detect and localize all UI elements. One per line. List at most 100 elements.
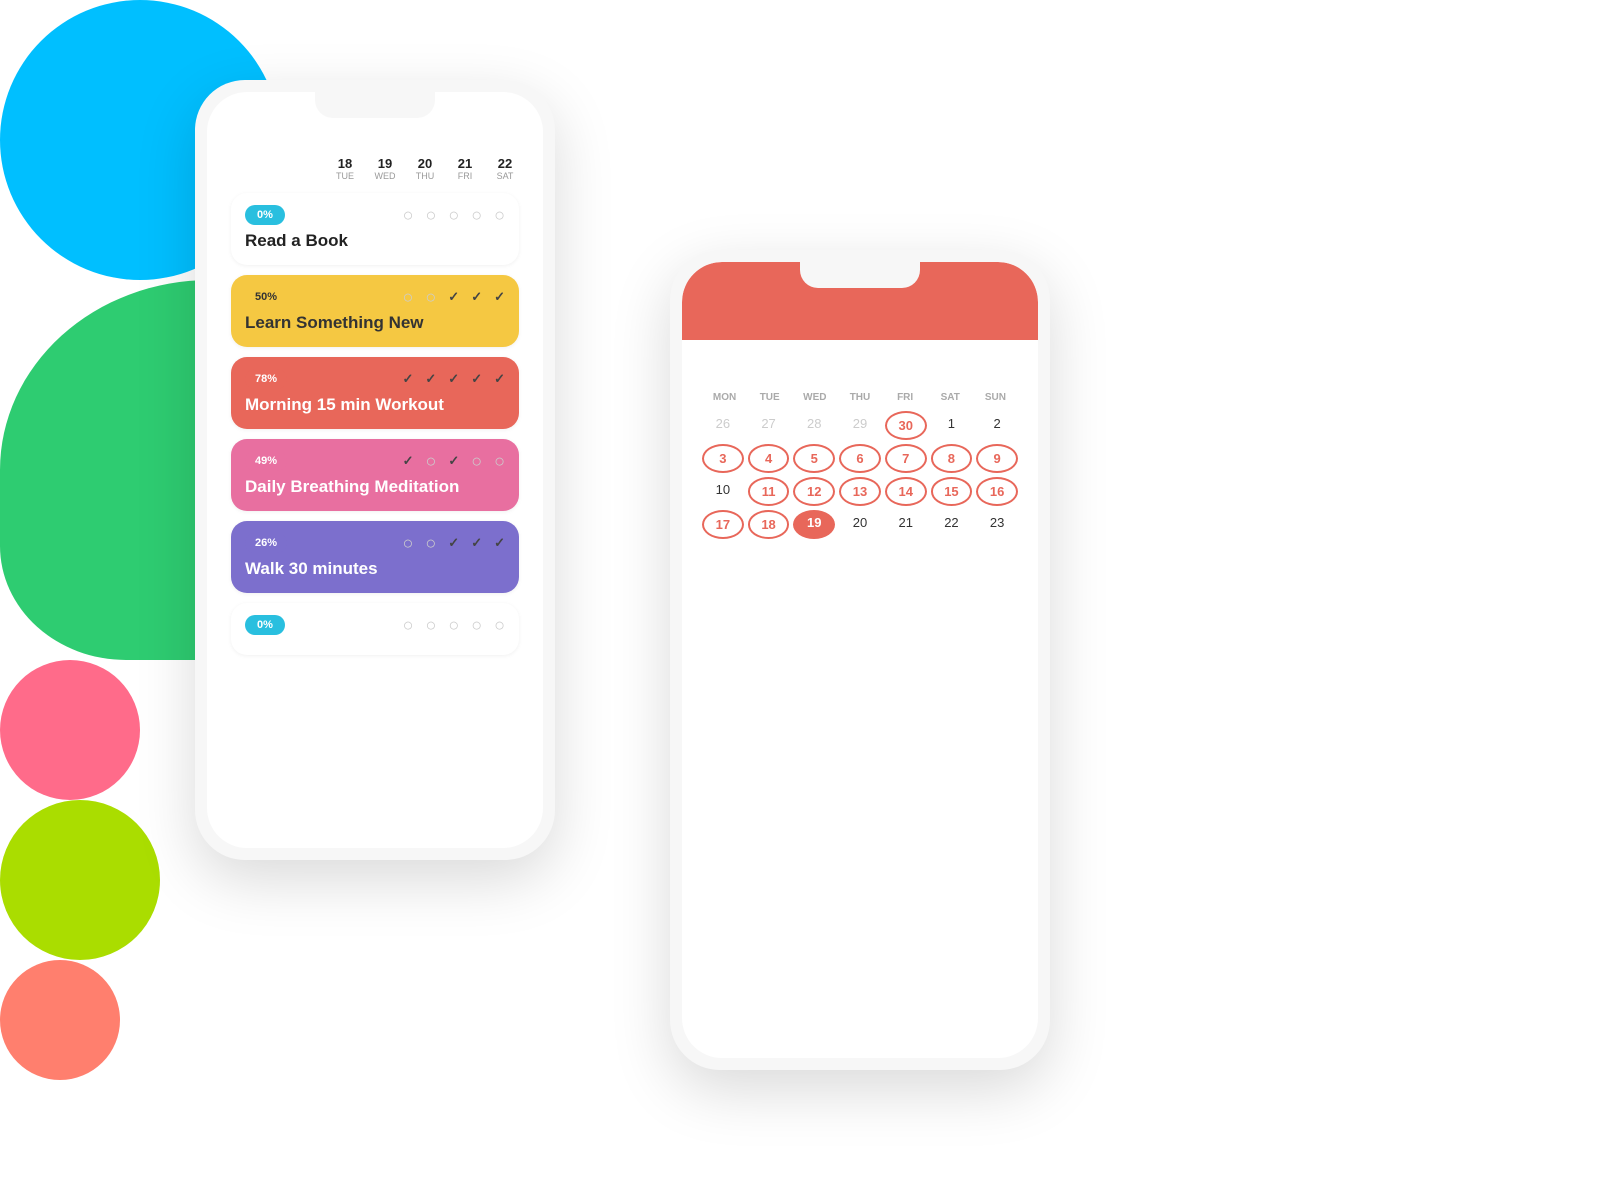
cal-cell-29[interactable]: 29 — [839, 411, 881, 440]
check-daily-breathing-3[interactable]: ○ — [471, 452, 482, 470]
check-morning-workout-0[interactable]: ✓ — [402, 371, 413, 387]
bg-circle-lime — [0, 800, 160, 960]
phone2-body: MONTUEWEDTHUFRISATSUN 262728293012345678… — [682, 340, 1038, 557]
check-habit6-2[interactable]: ○ — [448, 616, 459, 634]
date-col-20: 20THU — [411, 156, 439, 181]
check-morning-workout-1[interactable]: ✓ — [425, 371, 436, 387]
habit-row-morning-workout[interactable]: 78% ✓ ✓ ✓ ✓ ✓ Morning 15 min Workout — [231, 357, 519, 429]
cal-cell-4[interactable]: 4 — [748, 444, 790, 473]
cal-cell-22[interactable]: 22 — [931, 510, 973, 539]
phone1-notch — [315, 92, 435, 118]
check-habit6-3[interactable]: ○ — [471, 616, 482, 634]
phone2-screen: MONTUEWEDTHUFRISATSUN 262728293012345678… — [682, 262, 1038, 1058]
cal-day-name-SUN: SUN — [973, 388, 1018, 407]
cal-cell-1[interactable]: 1 — [931, 411, 973, 440]
check-habit6-1[interactable]: ○ — [426, 616, 437, 634]
habit-badge-daily-breathing: 49% — [245, 451, 287, 471]
habit-badge-read-a-book: 0% — [245, 205, 285, 225]
phone1-header — [231, 132, 519, 140]
cal-cell-26[interactable]: 26 — [702, 411, 744, 440]
check-read-a-book-2[interactable]: ○ — [448, 206, 459, 224]
check-walk-30-4[interactable]: ✓ — [494, 535, 505, 551]
cal-day-name-TUE: TUE — [747, 388, 792, 407]
cal-cell-17[interactable]: 17 — [702, 510, 744, 539]
habit-label-learn-something-new: Learn Something New — [245, 313, 505, 333]
cal-cell-8[interactable]: 8 — [931, 444, 973, 473]
check-read-a-book-0[interactable]: ○ — [403, 206, 414, 224]
date-col-21: 21FRI — [451, 156, 479, 181]
habit-row-learn-something-new[interactable]: 50% ○ ○ ✓ ✓ ✓ Learn Something New — [231, 275, 519, 347]
cal-cell-15[interactable]: 15 — [931, 477, 973, 506]
cal-cell-16[interactable]: 16 — [976, 477, 1018, 506]
habit-row-habit6[interactable]: 0%○○○○○ — [231, 603, 519, 655]
cal-cell-21[interactable]: 21 — [885, 510, 927, 539]
cal-cell-3[interactable]: 3 — [702, 444, 744, 473]
check-habit6-4[interactable]: ○ — [494, 616, 505, 634]
cal-cell-5[interactable]: 5 — [793, 444, 835, 473]
cal-cell-10[interactable]: 10 — [702, 477, 744, 506]
cal-cell-30[interactable]: 30 — [885, 411, 927, 440]
check-learn-something-new-3[interactable]: ✓ — [471, 289, 482, 305]
cal-day-name-WED: WED — [792, 388, 837, 407]
cal-cell-13[interactable]: 13 — [839, 477, 881, 506]
cal-cell-23[interactable]: 23 — [976, 510, 1018, 539]
phone2-notch — [800, 262, 920, 288]
bg-circle-salmon — [0, 960, 120, 1080]
phone1-screen: 18TUE19WED20THU21FRI22SAT 0%○○○○○Read a … — [207, 92, 543, 848]
check-learn-something-new-2[interactable]: ✓ — [448, 289, 459, 305]
habit-row-walk-30[interactable]: 26% ○ ○ ✓ ✓ ✓ Walk 30 minutes — [231, 521, 519, 593]
check-daily-breathing-1[interactable]: ○ — [425, 452, 436, 470]
cal-cell-2[interactable]: 2 — [976, 411, 1018, 440]
check-read-a-book-1[interactable]: ○ — [426, 206, 437, 224]
cal-cell-20[interactable]: 20 — [839, 510, 881, 539]
check-read-a-book-4[interactable]: ○ — [494, 206, 505, 224]
habit-badge-morning-workout: 78% — [245, 369, 287, 389]
habit-label-walk-30: Walk 30 minutes — [245, 559, 505, 579]
cal-cell-18[interactable]: 18 — [748, 510, 790, 539]
check-daily-breathing-2[interactable]: ✓ — [448, 453, 459, 469]
check-learn-something-new-0[interactable]: ○ — [403, 288, 414, 306]
check-walk-30-1[interactable]: ○ — [425, 534, 436, 552]
check-learn-something-new-1[interactable]: ○ — [425, 288, 436, 306]
cal-cell-6[interactable]: 6 — [839, 444, 881, 473]
cal-cell-9[interactable]: 9 — [976, 444, 1018, 473]
cal-cell-12[interactable]: 12 — [793, 477, 835, 506]
check-morning-workout-2[interactable]: ✓ — [448, 371, 459, 387]
habit-badge-walk-30: 26% — [245, 533, 287, 553]
cal-days-header: MONTUEWEDTHUFRISATSUN — [702, 388, 1018, 407]
cal-cell-19[interactable]: 19 — [793, 510, 835, 539]
cal-day-name-THU: THU — [837, 388, 882, 407]
date-col-19: 19WED — [371, 156, 399, 181]
cal-cell-14[interactable]: 14 — [885, 477, 927, 506]
bg-circle-pink — [0, 660, 140, 800]
check-daily-breathing-0[interactable]: ✓ — [403, 453, 414, 469]
check-morning-workout-3[interactable]: ✓ — [471, 371, 482, 387]
phone1-content: 18TUE19WED20THU21FRI22SAT 0%○○○○○Read a … — [207, 92, 543, 848]
phone2-meta — [702, 314, 1018, 316]
check-walk-30-0[interactable]: ○ — [403, 534, 414, 552]
cal-day-name-MON: MON — [702, 388, 747, 407]
check-habit6-0[interactable]: ○ — [403, 616, 414, 634]
habit-badge-learn-something-new: 50% — [245, 287, 287, 307]
check-learn-something-new-4[interactable]: ✓ — [494, 289, 505, 305]
habit-label-daily-breathing: Daily Breathing Meditation — [245, 477, 505, 497]
cal-cell-28[interactable]: 28 — [793, 411, 835, 440]
habit-label-read-a-book: Read a Book — [245, 231, 505, 251]
check-walk-30-3[interactable]: ✓ — [471, 535, 482, 551]
date-headers: 18TUE19WED20THU21FRI22SAT — [331, 156, 519, 181]
check-morning-workout-4[interactable]: ✓ — [494, 371, 505, 387]
cal-cell-11[interactable]: 11 — [748, 477, 790, 506]
check-read-a-book-3[interactable]: ○ — [471, 206, 482, 224]
habit-label-morning-workout: Morning 15 min Workout — [245, 395, 505, 415]
cal-cell-7[interactable]: 7 — [885, 444, 927, 473]
habit-row-read-a-book[interactable]: 0% ○ ○ ○ ○ ○ Read a Book — [231, 193, 519, 265]
habit-row-daily-breathing[interactable]: 49% ✓ ○ ✓ ○ ○ Daily Breathing Meditation — [231, 439, 519, 511]
phone2-frame: MONTUEWEDTHUFRISATSUN 262728293012345678… — [670, 250, 1050, 1070]
check-walk-30-2[interactable]: ✓ — [448, 535, 459, 551]
check-daily-breathing-4[interactable]: ○ — [494, 452, 505, 470]
cal-cell-27[interactable]: 27 — [748, 411, 790, 440]
cal-grid: 2627282930123456789101112131415161718192… — [702, 411, 1018, 539]
date-col-18: 18TUE — [331, 156, 359, 181]
habits-list: 0% ○ ○ ○ ○ ○ Read a Book 50% ○ ○ ✓ ✓ ✓ Learn Somethin… — [231, 193, 519, 655]
cal-day-name-FRI: FRI — [883, 388, 928, 407]
